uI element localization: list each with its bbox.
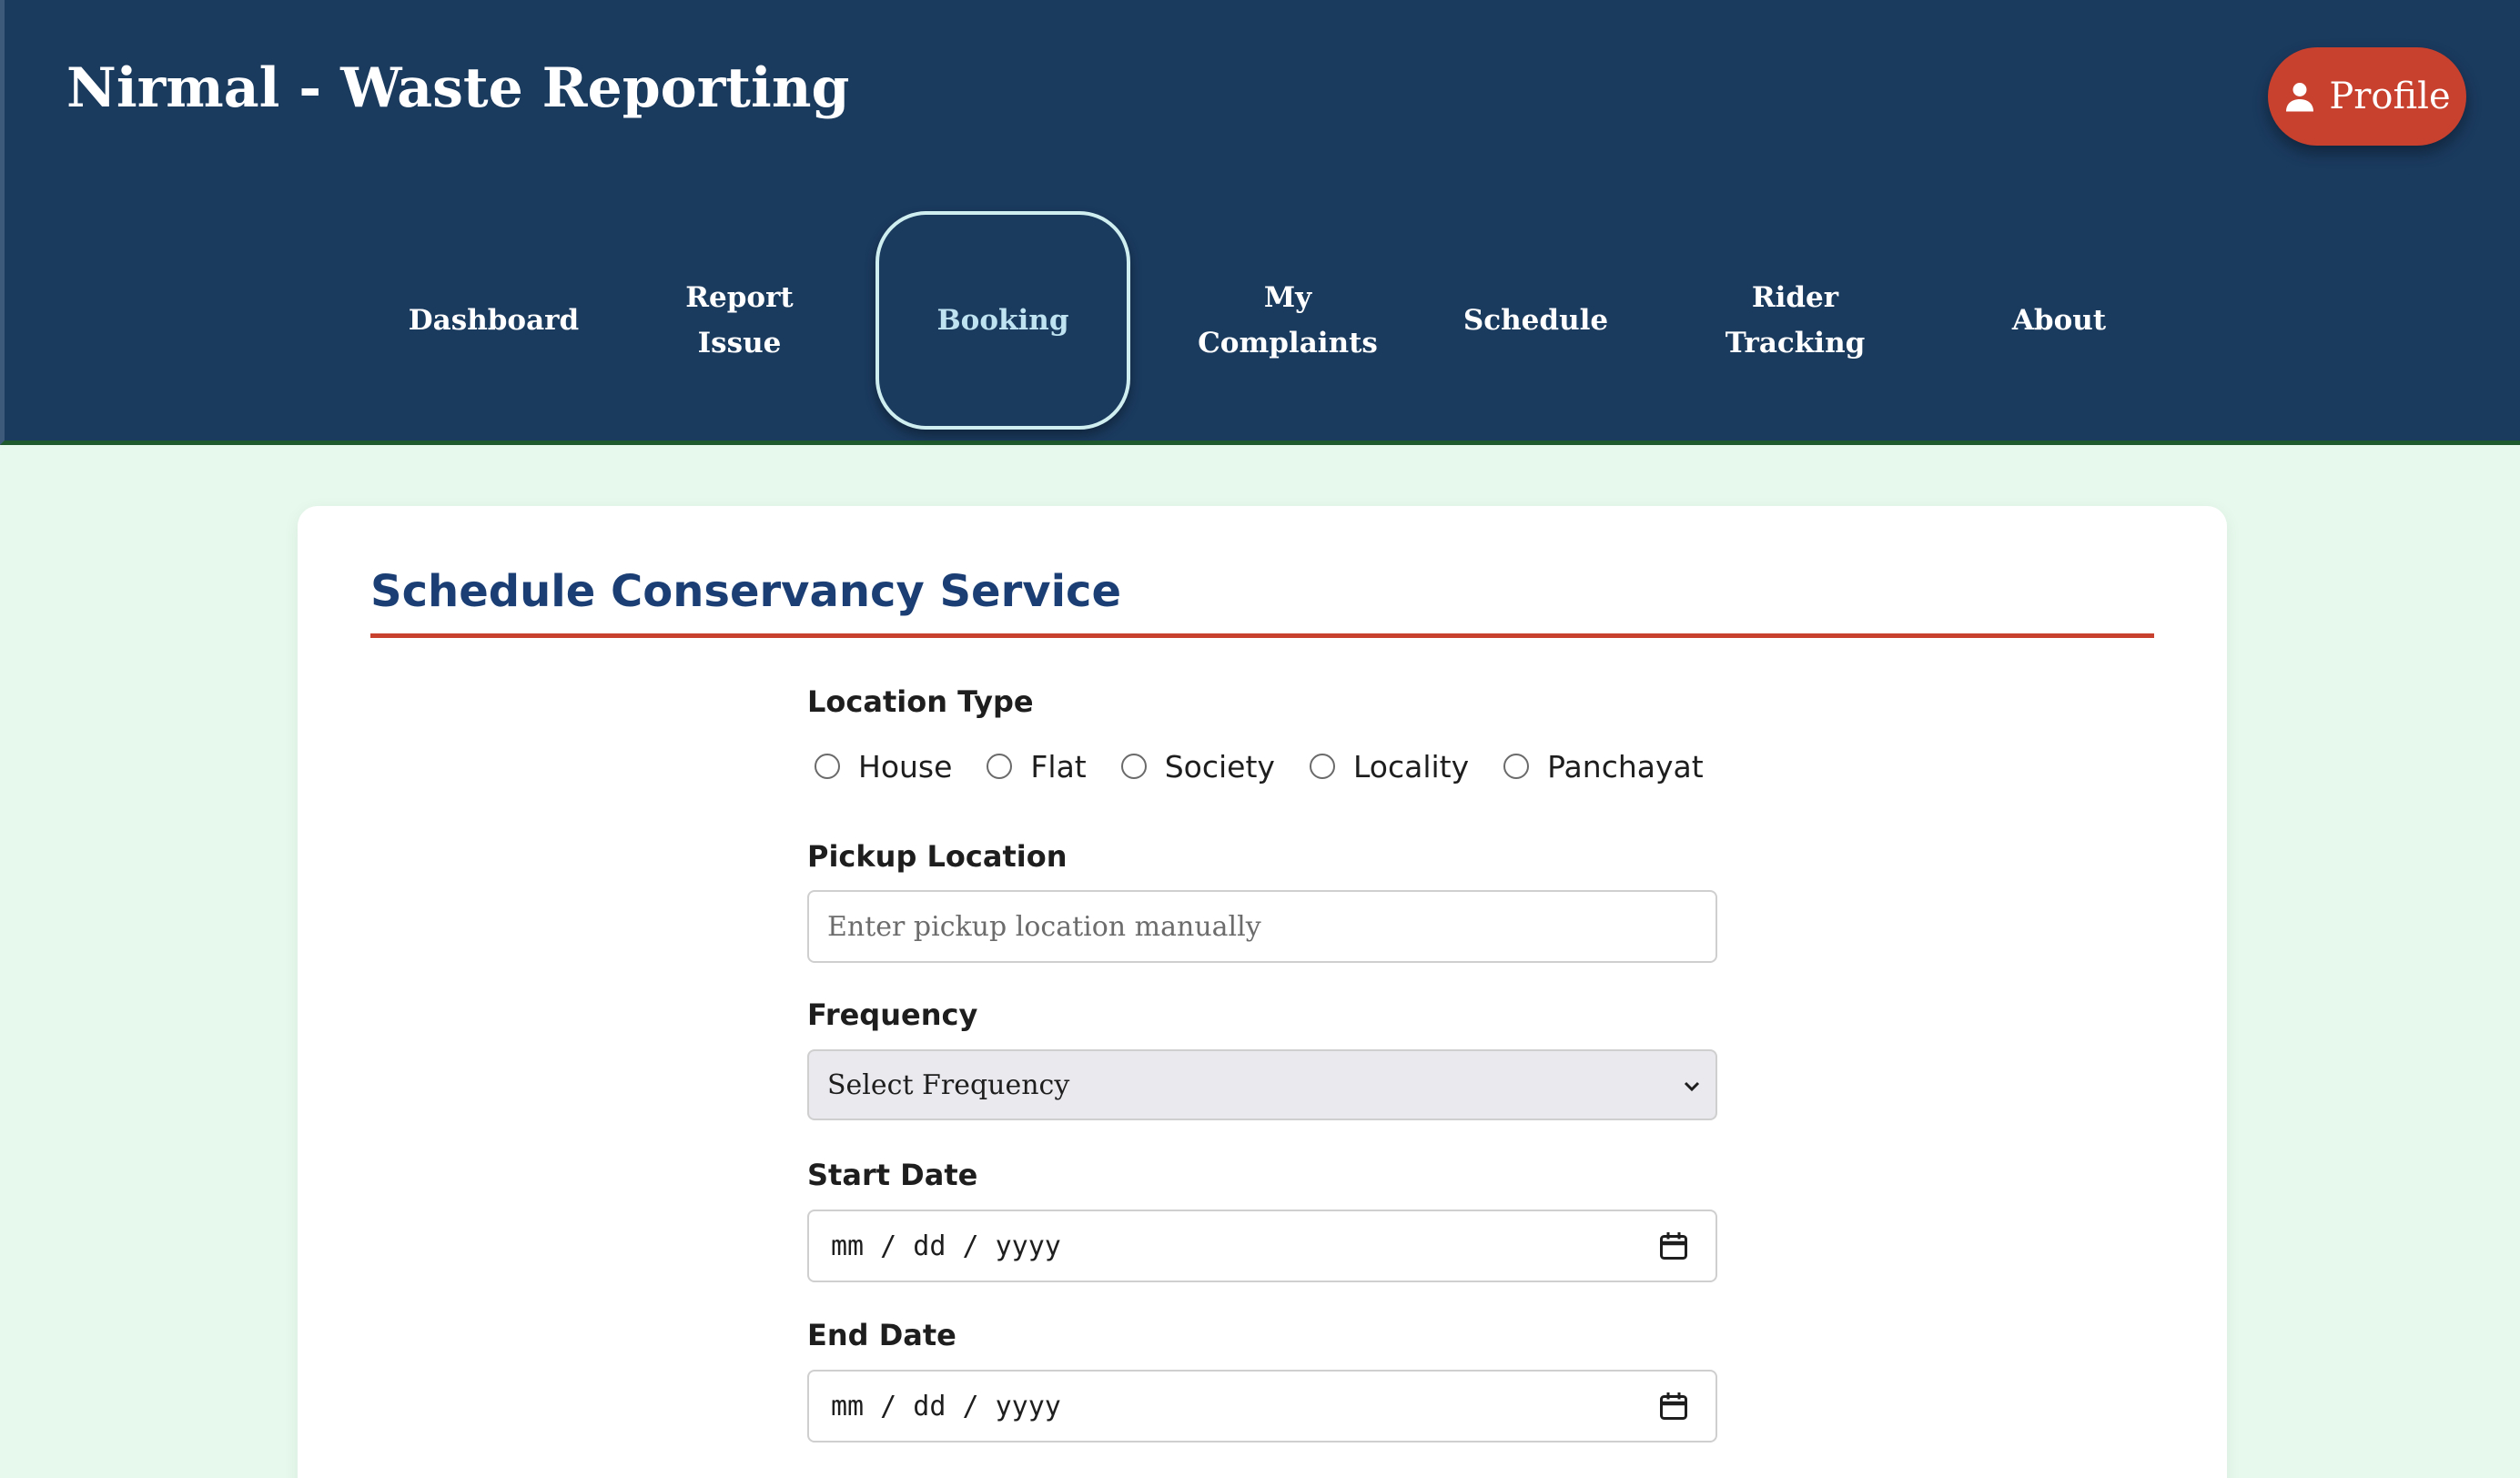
radio-button[interactable]	[1309, 754, 1335, 779]
nav-rider-tracking[interactable]: Rider Tracking	[1697, 211, 1893, 430]
title-divider	[370, 633, 2154, 638]
radio-button[interactable]	[987, 754, 1013, 779]
nav-rider-tracking-line2: Tracking	[1725, 327, 1866, 359]
radio-option-flat[interactable]: Flat	[987, 748, 1087, 785]
nav-my-complaints[interactable]: My Complaints	[1179, 211, 1397, 430]
profile-button[interactable]: Profile	[2268, 47, 2466, 146]
nav-booking[interactable]: Booking	[875, 211, 1130, 430]
radio-option-house[interactable]: House	[815, 749, 952, 785]
nav-report-issue-line1: Report	[685, 281, 794, 314]
chevron-down-icon	[1684, 1081, 1700, 1092]
radio-label: House	[858, 748, 953, 785]
start-date-input[interactable]: mm / dd / yyyy	[807, 1210, 1717, 1282]
app-title: Nirmal - Waste Reporting	[66, 56, 850, 120]
nav-report-issue-line2: Issue	[697, 327, 782, 359]
frequency-select[interactable]: Select Frequency	[807, 1049, 1717, 1120]
radio-label: Flat	[1030, 748, 1087, 785]
frequency-label: Frequency	[807, 997, 978, 1032]
pickup-location-label: Pickup Location	[807, 839, 1068, 874]
nav-about[interactable]: About	[1961, 211, 2157, 430]
top-header: Nirmal - Waste Reporting Profile Dashboa…	[0, 0, 2520, 445]
location-type-radio-group: House Flat Society Locality Panchayat	[815, 744, 1738, 788]
frequency-select-value: Select Frequency	[827, 1068, 1070, 1101]
radio-option-society[interactable]: Society	[1120, 748, 1275, 785]
location-type-label: Location Type	[807, 684, 1034, 719]
nav-dashboard[interactable]: Dashboard	[387, 211, 601, 430]
radio-option-panchayat[interactable]: Panchayat	[1503, 749, 1704, 785]
nav-my-complaints-line2: Complaints	[1198, 327, 1378, 359]
nav-schedule[interactable]: Schedule	[1433, 211, 1638, 430]
start-date-value: mm / dd / yyyy	[831, 1230, 1061, 1262]
end-date-label: End Date	[807, 1318, 956, 1352]
radio-label: Panchayat	[1547, 748, 1704, 785]
pickup-location-input[interactable]	[807, 890, 1717, 963]
nav-my-complaints-line1: My	[1263, 281, 1312, 314]
start-date-label: Start Date	[807, 1158, 978, 1192]
calendar-icon[interactable]	[1657, 1390, 1690, 1422]
nav-rider-tracking-line1: Rider	[1751, 281, 1839, 314]
radio-button[interactable]	[1120, 754, 1147, 779]
radio-button[interactable]	[1503, 754, 1530, 779]
person-icon	[2286, 83, 2314, 112]
radio-label: Society	[1164, 748, 1275, 785]
nav-booking-label: Booking	[936, 304, 1069, 337]
radio-button[interactable]	[815, 754, 840, 779]
radio-label: Locality	[1352, 748, 1470, 785]
end-date-input[interactable]: mm / dd / yyyy	[807, 1370, 1717, 1443]
nav-my-complaints-label: My Complaints	[1198, 275, 1378, 366]
nav-report-issue[interactable]: Report Issue	[642, 211, 837, 430]
nav-dashboard-label: Dashboard	[408, 304, 580, 337]
nav-about-label: About	[2011, 304, 2107, 337]
end-date-value: mm / dd / yyyy	[831, 1390, 1061, 1422]
nav-rider-tracking-label: Rider Tracking	[1726, 275, 1866, 366]
profile-label: Profile	[2329, 76, 2451, 117]
calendar-icon[interactable]	[1657, 1230, 1690, 1262]
radio-option-locality[interactable]: Locality	[1309, 748, 1470, 785]
booking-card: Schedule Conservancy Service Location Ty…	[298, 506, 2227, 1478]
nav-report-issue-label: Report Issue	[685, 275, 794, 366]
nav-schedule-label: Schedule	[1462, 304, 1609, 337]
page-title: Schedule Conservancy Service	[370, 566, 1122, 617]
